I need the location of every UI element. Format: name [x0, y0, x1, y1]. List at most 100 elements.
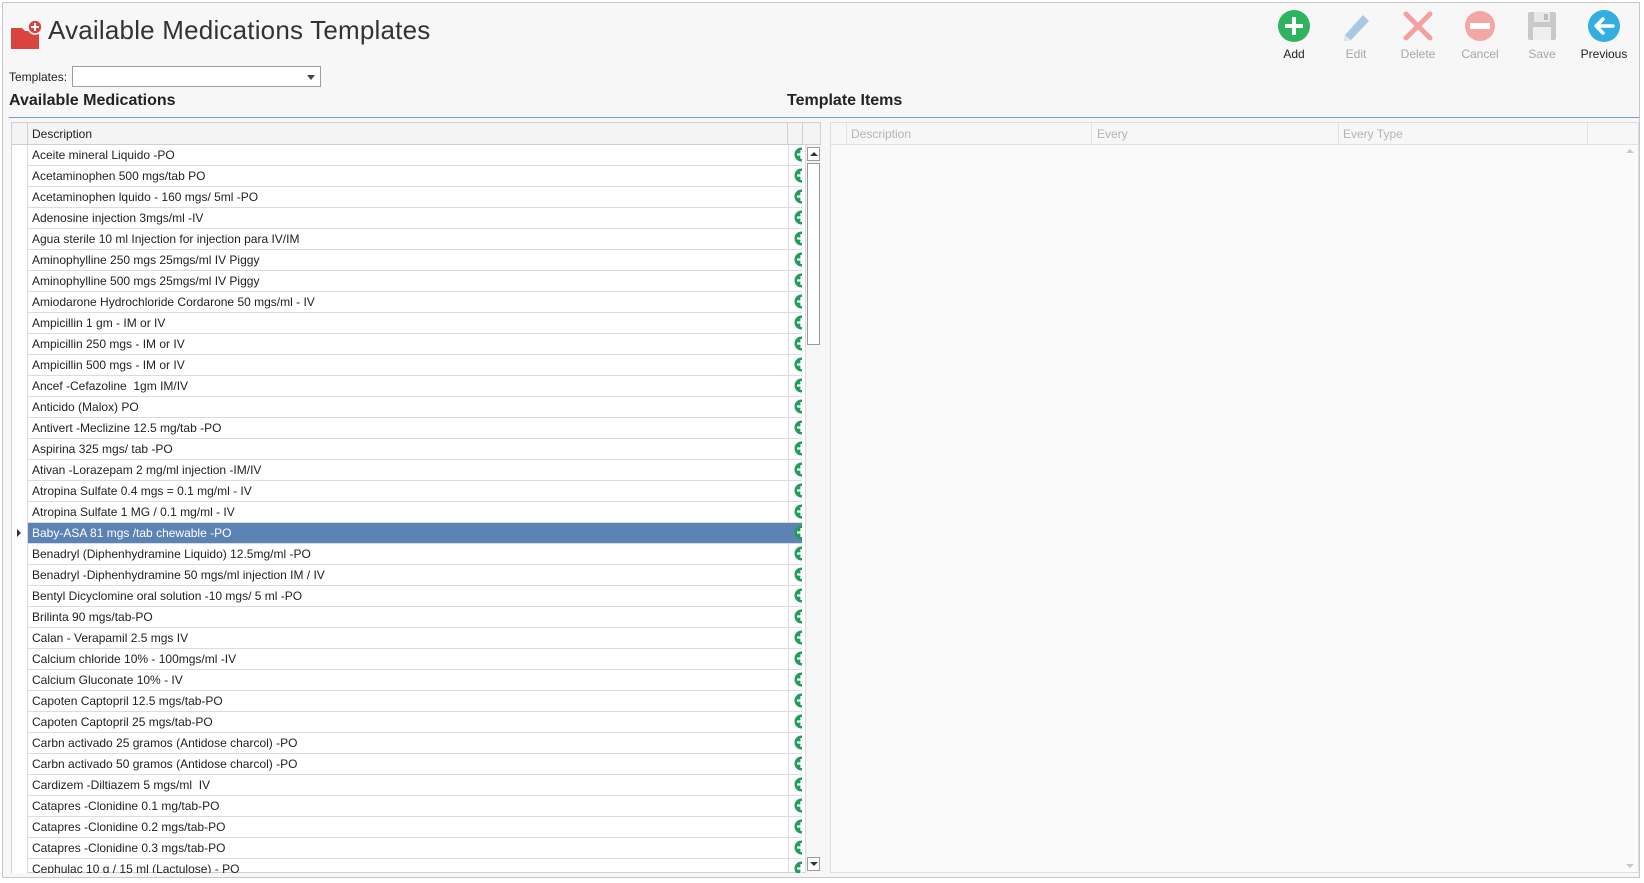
- add-medication-cell[interactable]: [788, 565, 802, 585]
- templates-dropdown[interactable]: [72, 66, 321, 87]
- add-circle-icon[interactable]: [794, 840, 802, 855]
- column-header-description[interactable]: Description: [851, 127, 911, 141]
- add-circle-icon[interactable]: [794, 777, 802, 792]
- table-row[interactable]: Catapres -Clonidine 0.2 mgs/tab-PO: [12, 817, 802, 838]
- add-circle-icon[interactable]: [794, 861, 802, 873]
- table-row[interactable]: Carbn activado 50 gramos (Antidose charc…: [12, 754, 802, 775]
- add-medication-cell[interactable]: [788, 649, 802, 669]
- add-medication-cell[interactable]: [788, 796, 802, 816]
- scroll-down-button[interactable]: [807, 857, 820, 871]
- row-indicator[interactable]: [12, 565, 28, 586]
- table-row[interactable]: Aminophylline 500 mgs 25mgs/ml IV Piggy: [12, 271, 802, 292]
- table-row[interactable]: Baby-ASA 81 mgs /tab chewable -PO: [12, 523, 802, 544]
- row-indicator[interactable]: [12, 397, 28, 418]
- row-indicator[interactable]: [12, 292, 28, 313]
- row-indicator[interactable]: [12, 523, 28, 544]
- previous-button[interactable]: Previous: [1573, 7, 1635, 63]
- save-button[interactable]: Save: [1511, 7, 1573, 63]
- table-row[interactable]: Benadryl (Diphenhydramine Liquido) 12.5m…: [12, 544, 802, 565]
- add-circle-icon[interactable]: [794, 714, 802, 729]
- add-medication-cell[interactable]: [788, 733, 802, 753]
- add-circle-icon[interactable]: [794, 357, 802, 372]
- add-medication-cell[interactable]: [788, 187, 802, 207]
- row-indicator[interactable]: [12, 334, 28, 355]
- row-indicator[interactable]: [12, 418, 28, 439]
- add-medication-cell[interactable]: [788, 334, 802, 354]
- table-row[interactable]: Ativan -Lorazepam 2 mg/ml injection -IM/…: [12, 460, 802, 481]
- row-indicator[interactable]: [12, 796, 28, 817]
- table-row[interactable]: Antivert -Meclizine 12.5 mg/tab -PO: [12, 418, 802, 439]
- add-medication-cell[interactable]: [788, 838, 802, 858]
- table-row[interactable]: Capoten Captopril 12.5 mgs/tab-PO: [12, 691, 802, 712]
- add-circle-icon[interactable]: [794, 294, 802, 309]
- row-indicator[interactable]: [12, 628, 28, 649]
- table-row[interactable]: Aspirina 325 mgs/ tab -PO: [12, 439, 802, 460]
- row-indicator[interactable]: [12, 607, 28, 628]
- table-row[interactable]: Cardizem -Diltiazem 5 mgs/ml IV: [12, 775, 802, 796]
- delete-button[interactable]: Delete: [1387, 7, 1449, 63]
- add-medication-cell[interactable]: [788, 145, 802, 165]
- row-indicator[interactable]: [12, 460, 28, 481]
- row-indicator[interactable]: [12, 838, 28, 859]
- add-circle-icon[interactable]: [794, 462, 802, 477]
- add-medication-cell[interactable]: [788, 250, 802, 270]
- row-indicator[interactable]: [12, 355, 28, 376]
- add-medication-cell[interactable]: [788, 544, 802, 564]
- table-row[interactable]: Agua sterile 10 ml Injection for injecti…: [12, 229, 802, 250]
- row-indicator[interactable]: [12, 376, 28, 397]
- row-indicator[interactable]: [12, 754, 28, 775]
- table-row[interactable]: Aminophylline 250 mgs 25mgs/ml IV Piggy: [12, 250, 802, 271]
- row-indicator[interactable]: [12, 817, 28, 838]
- add-circle-icon[interactable]: [794, 399, 802, 414]
- add-medication-cell[interactable]: [788, 376, 802, 396]
- table-row[interactable]: Adenosine injection 3mgs/ml -IV: [12, 208, 802, 229]
- table-row[interactable]: Bentyl Dicyclomine oral solution -10 mgs…: [12, 586, 802, 607]
- row-indicator[interactable]: [12, 502, 28, 523]
- scroll-up-button[interactable]: [807, 147, 820, 161]
- table-row[interactable]: Calan - Verapamil 2.5 mgs IV: [12, 628, 802, 649]
- add-medication-cell[interactable]: [788, 355, 802, 375]
- add-medication-cell[interactable]: [788, 439, 802, 459]
- scroll-down-icon[interactable]: [1626, 864, 1634, 868]
- table-row[interactable]: Acetaminophen 500 mgs/tab PO: [12, 166, 802, 187]
- add-circle-icon[interactable]: [794, 168, 802, 183]
- add-circle-icon[interactable]: [794, 378, 802, 393]
- add-medication-cell[interactable]: [788, 208, 802, 228]
- row-indicator[interactable]: [12, 544, 28, 565]
- add-circle-icon[interactable]: [794, 672, 802, 687]
- add-circle-icon[interactable]: [794, 189, 802, 204]
- row-indicator[interactable]: [12, 208, 28, 229]
- add-circle-icon[interactable]: [794, 210, 802, 225]
- add-circle-icon[interactable]: [794, 504, 802, 519]
- add-medication-cell[interactable]: [788, 607, 802, 627]
- add-medication-cell[interactable]: [788, 628, 802, 648]
- table-row[interactable]: Catapres -Clonidine 0.1 mg/tab-PO: [12, 796, 802, 817]
- table-row[interactable]: Calcium chloride 10% - 100mgs/ml -IV: [12, 649, 802, 670]
- table-row[interactable]: Anticido (Malox) PO: [12, 397, 802, 418]
- row-indicator[interactable]: [12, 775, 28, 796]
- table-row[interactable]: Benadryl -Diphenhydramine 50 mgs/ml inje…: [12, 565, 802, 586]
- row-indicator[interactable]: [12, 250, 28, 271]
- add-medication-cell[interactable]: [788, 271, 802, 291]
- row-indicator[interactable]: [12, 166, 28, 187]
- table-row[interactable]: Capoten Captopril 25 mgs/tab-PO: [12, 712, 802, 733]
- row-indicator[interactable]: [12, 733, 28, 754]
- add-medication-cell[interactable]: [788, 670, 802, 690]
- add-circle-icon[interactable]: [794, 441, 802, 456]
- add-medication-cell[interactable]: [788, 859, 802, 873]
- add-medication-cell[interactable]: [788, 712, 802, 732]
- add-medication-cell[interactable]: [788, 523, 802, 543]
- table-row[interactable]: Ancef -Cefazoline 1gm IM/IV: [12, 376, 802, 397]
- column-header-description[interactable]: Description: [32, 127, 92, 141]
- add-circle-icon[interactable]: [794, 546, 802, 561]
- row-indicator[interactable]: [12, 670, 28, 691]
- row-indicator[interactable]: [12, 691, 28, 712]
- add-circle-icon[interactable]: [794, 609, 802, 624]
- add-medication-cell[interactable]: [788, 817, 802, 837]
- table-row[interactable]: Ampicillin 500 mgs - IM or IV: [12, 355, 802, 376]
- add-circle-icon[interactable]: [794, 483, 802, 498]
- row-indicator[interactable]: [12, 145, 28, 166]
- add-medication-cell[interactable]: [788, 775, 802, 795]
- add-medication-cell[interactable]: [788, 502, 802, 522]
- add-medication-cell[interactable]: [788, 166, 802, 186]
